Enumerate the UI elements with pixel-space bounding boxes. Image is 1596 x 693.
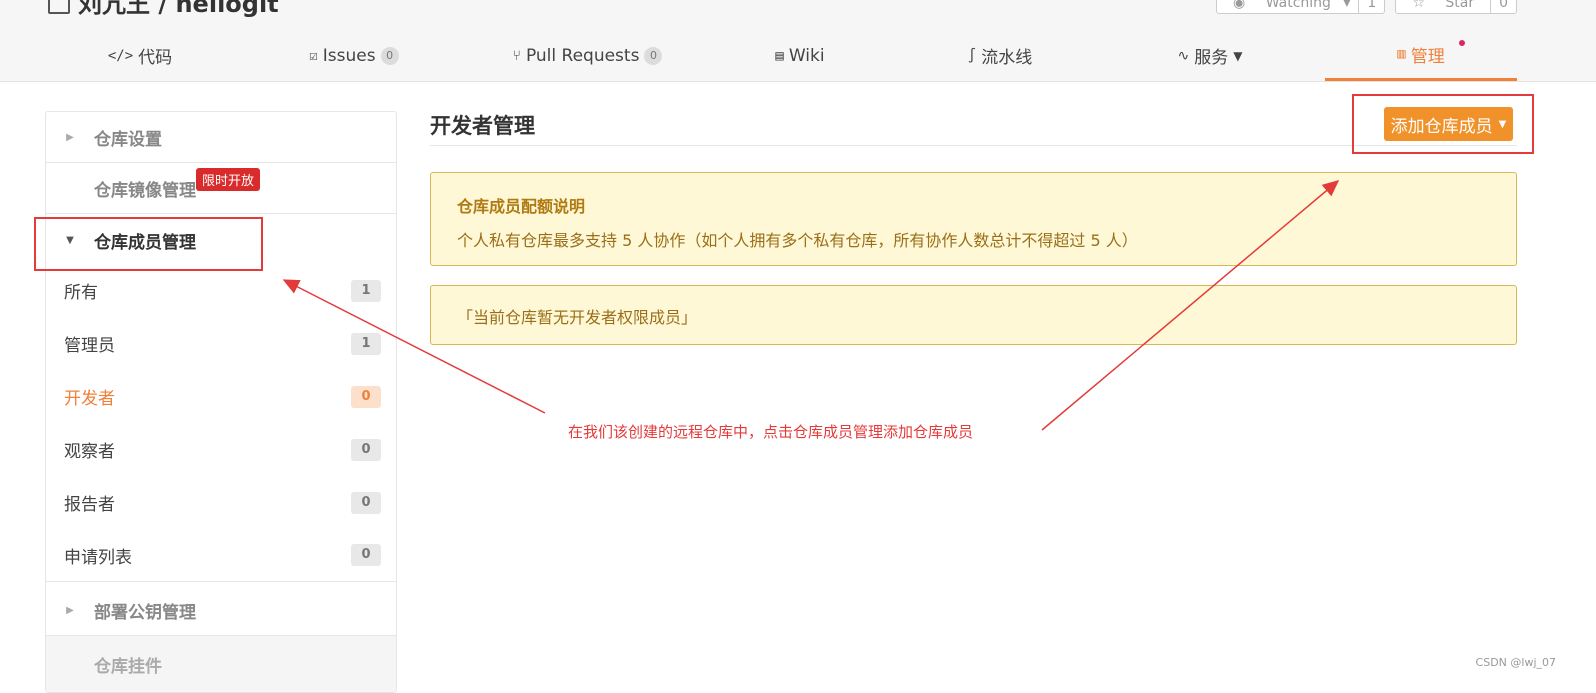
annotation-text: 在我们该创建的远程仓库中，点击仓库成员管理添加仓库成员 xyxy=(568,423,974,441)
annotation-arrows xyxy=(282,180,1340,431)
watermark: CSDN @lwj_07 xyxy=(1475,656,1556,669)
arrow-to-member-manage xyxy=(282,279,546,414)
arrow-to-add-member xyxy=(1041,180,1340,431)
